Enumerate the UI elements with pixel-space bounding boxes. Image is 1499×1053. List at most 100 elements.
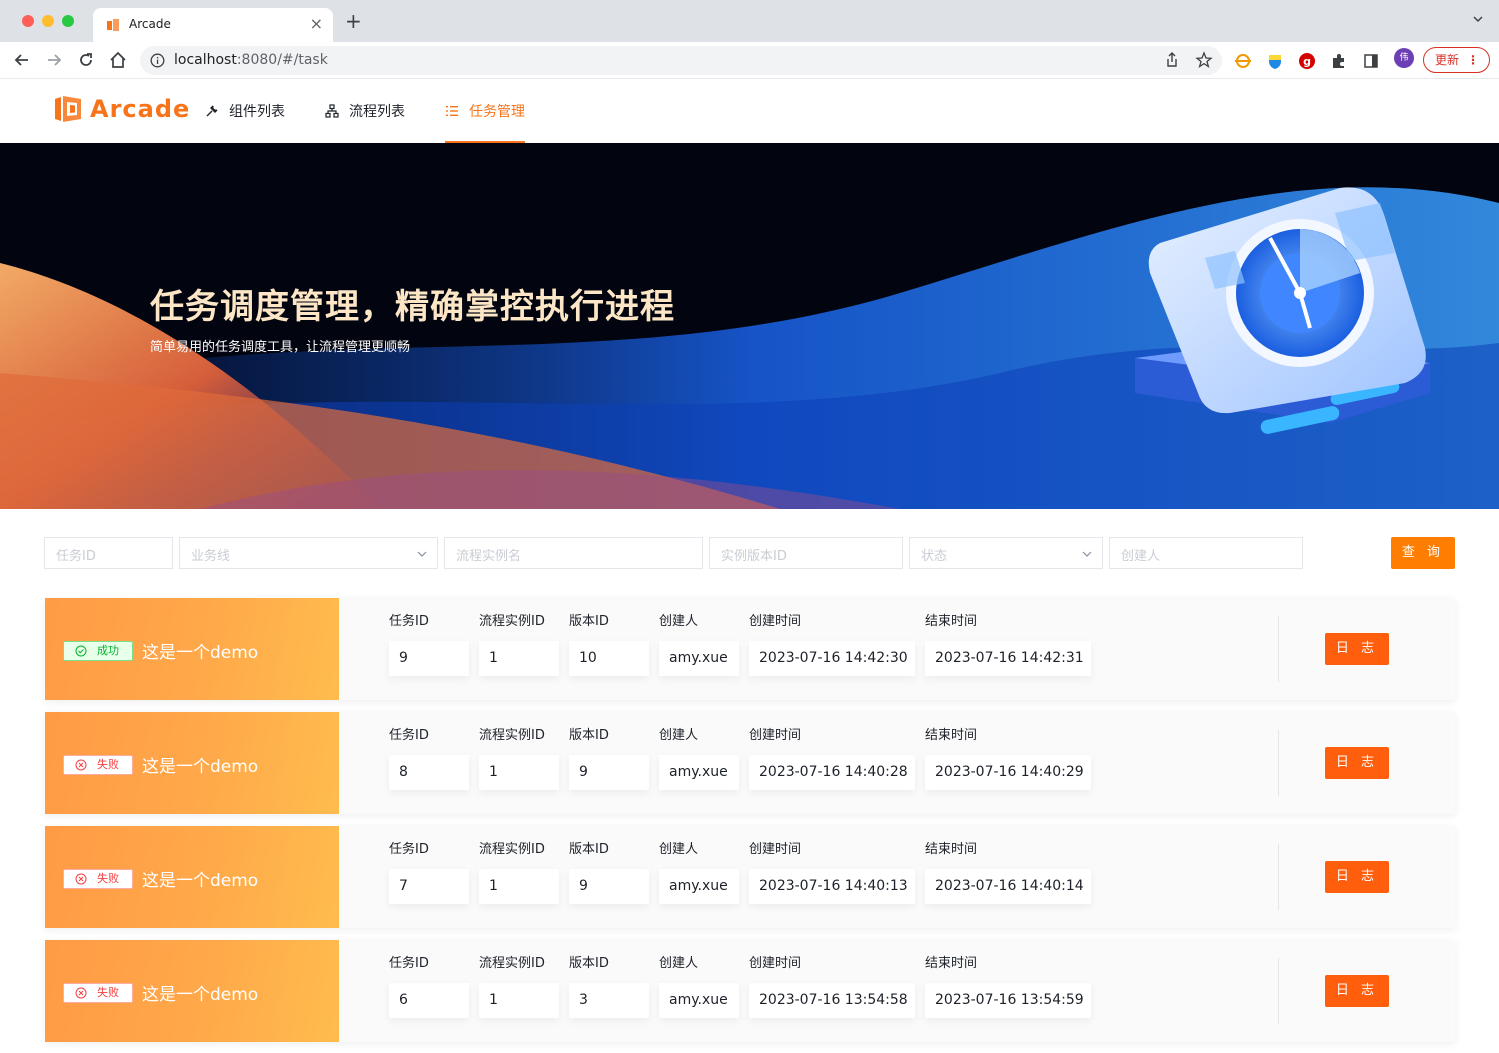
status-text: 失败 — [97, 758, 119, 771]
home-icon[interactable] — [108, 50, 128, 70]
share-icon[interactable] — [1163, 51, 1181, 69]
business-line-select[interactable]: 业务线 — [179, 537, 438, 569]
more-menu-icon: ⋮ — [1467, 53, 1479, 67]
chevron-down-icon — [1082, 551, 1092, 557]
task-card-header: 失败 这是一个demo — [45, 826, 339, 928]
log-button[interactable]: 日 志 — [1325, 861, 1389, 893]
list-icon — [446, 106, 458, 116]
log-button[interactable]: 日 志 — [1325, 747, 1389, 779]
created-at-value: 2023-07-16 13:54:58 — [749, 983, 915, 1018]
task-id-label: 任务ID — [389, 956, 429, 971]
close-circle-icon — [75, 987, 87, 999]
task-name: 这是一个demo — [142, 871, 259, 891]
back-arrow-icon[interactable] — [12, 50, 32, 70]
banner-title: 任务调度管理，精确掌控执行进程 — [150, 287, 675, 327]
arcade-logo-icon[interactable] — [52, 93, 84, 125]
flow-instance-id-label: 流程实例ID — [479, 842, 545, 857]
tab-close-icon[interactable]: × — [310, 14, 323, 33]
nav-item-label: 组件列表 — [229, 104, 285, 120]
version-id-label: 版本ID — [569, 842, 609, 857]
tab-search-chevron-icon[interactable] — [1473, 14, 1483, 24]
close-circle-icon — [75, 873, 87, 885]
browser-tab[interactable]: Arcade × — [93, 8, 333, 42]
created-at-value: 2023-07-16 14:42:30 — [749, 641, 915, 676]
new-tab-icon[interactable]: + — [345, 11, 362, 31]
flow-icon — [325, 104, 339, 118]
maximize-window-button[interactable] — [62, 15, 74, 27]
flow-instance-name-input[interactable]: 流程实例名 — [444, 537, 703, 569]
task-id-value: 8 — [389, 755, 469, 790]
extension-g-icon[interactable]: g — [1298, 52, 1316, 70]
card-divider — [1278, 730, 1279, 796]
creator-value: amy.xue — [659, 983, 739, 1018]
ended-at-value: 2023-07-16 13:54:59 — [925, 983, 1091, 1018]
query-button[interactable]: 查 询 — [1391, 537, 1455, 569]
forward-arrow-icon[interactable] — [44, 50, 64, 70]
task-card: 失败 这是一个demo 任务ID 流程实例ID 版本ID 创建人 创建时间 结束… — [45, 712, 1455, 814]
url-path: :8080/#/task — [236, 52, 328, 68]
extension-orange-icon[interactable] — [1234, 52, 1252, 70]
browser-update-button[interactable]: 更新 ⋮ — [1423, 47, 1490, 73]
creator-label: 创建人 — [659, 728, 699, 743]
address-bar[interactable]: localhost:8080/#/task — [140, 46, 1222, 75]
log-button[interactable]: 日 志 — [1325, 975, 1389, 1007]
close-window-button[interactable] — [22, 15, 34, 27]
chevron-down-icon — [417, 551, 427, 557]
status-text: 失败 — [97, 872, 119, 885]
created-at-value: 2023-07-16 14:40:28 — [749, 755, 915, 790]
status-select[interactable]: 状态 — [909, 537, 1103, 569]
nav-item-label: 流程列表 — [349, 104, 405, 120]
nav-item-tasks[interactable]: 任务管理 — [445, 79, 525, 143]
task-card: 失败 这是一个demo 任务ID 流程实例ID 版本ID 创建人 创建时间 结束… — [45, 826, 1455, 928]
extensions-puzzle-icon[interactable] — [1330, 52, 1348, 70]
task-id-label: 任务ID — [389, 614, 429, 629]
version-id-value: 3 — [569, 983, 649, 1018]
flow-instance-id-value: 1 — [479, 983, 559, 1018]
task-name: 这是一个demo — [142, 985, 259, 1005]
task-card: 成功 这是一个demo 任务ID 流程实例ID 版本ID 创建人 创建时间 结束… — [45, 598, 1455, 700]
status-placeholder: 状态 — [921, 549, 948, 564]
side-panel-icon[interactable] — [1362, 52, 1380, 70]
version-id-value: 9 — [569, 755, 649, 790]
ended-at-label: 结束时间 — [925, 956, 978, 971]
nav-item-flows[interactable]: 流程列表 — [325, 79, 405, 143]
logo-text[interactable]: Arcade — [90, 95, 190, 123]
card-divider — [1278, 844, 1279, 910]
created-at-label: 创建时间 — [749, 614, 802, 629]
profile-avatar[interactable]: 伟 — [1394, 48, 1414, 68]
creator-input[interactable]: 创建人 — [1109, 537, 1303, 569]
hero-banner: 任务调度管理，精确掌控执行进程 简单易用的任务调度工具，让流程管理更顺畅 — [0, 143, 1499, 509]
nav-item-components[interactable]: 组件列表 — [205, 79, 285, 143]
flow-instance-id-label: 流程实例ID — [479, 728, 545, 743]
creator-value: amy.xue — [659, 869, 739, 904]
log-button[interactable]: 日 志 — [1325, 633, 1389, 665]
instance-version-id-input[interactable]: 实例版本ID — [709, 537, 903, 569]
tab-title: Arcade — [129, 17, 171, 31]
task-card: 失败 这是一个demo 任务ID 流程实例ID 版本ID 创建人 创建时间 结束… — [45, 940, 1455, 1042]
task-name: 这是一个demo — [142, 643, 259, 663]
update-label: 更新 — [1435, 53, 1460, 67]
creator-value: amy.xue — [659, 755, 739, 790]
task-name: 这是一个demo — [142, 757, 259, 777]
creator-value: amy.xue — [659, 641, 739, 676]
flow-instance-id-value: 1 — [479, 641, 559, 676]
task-id-label: 任务ID — [389, 728, 429, 743]
task-id-input[interactable]: 任务ID — [44, 537, 173, 569]
flow-instance-id-value: 1 — [479, 755, 559, 790]
extension-shield-icon[interactable] — [1266, 52, 1284, 70]
status-text: 失败 — [97, 986, 119, 999]
created-at-value: 2023-07-16 14:40:13 — [749, 869, 915, 904]
arcade-favicon-icon — [107, 19, 119, 31]
ended-at-label: 结束时间 — [925, 842, 978, 857]
nav-item-label: 任务管理 — [469, 104, 525, 120]
task-card-header: 失败 这是一个demo — [45, 940, 339, 1042]
minimize-window-button[interactable] — [42, 15, 54, 27]
created-at-label: 创建时间 — [749, 728, 802, 743]
reload-icon[interactable] — [76, 50, 96, 70]
bookmark-star-icon[interactable] — [1195, 51, 1213, 69]
site-info-icon[interactable] — [150, 53, 165, 68]
created-at-label: 创建时间 — [749, 956, 802, 971]
task-id-value: 9 — [389, 641, 469, 676]
version-id-label: 版本ID — [569, 956, 609, 971]
task-card-header: 失败 这是一个demo — [45, 712, 339, 814]
